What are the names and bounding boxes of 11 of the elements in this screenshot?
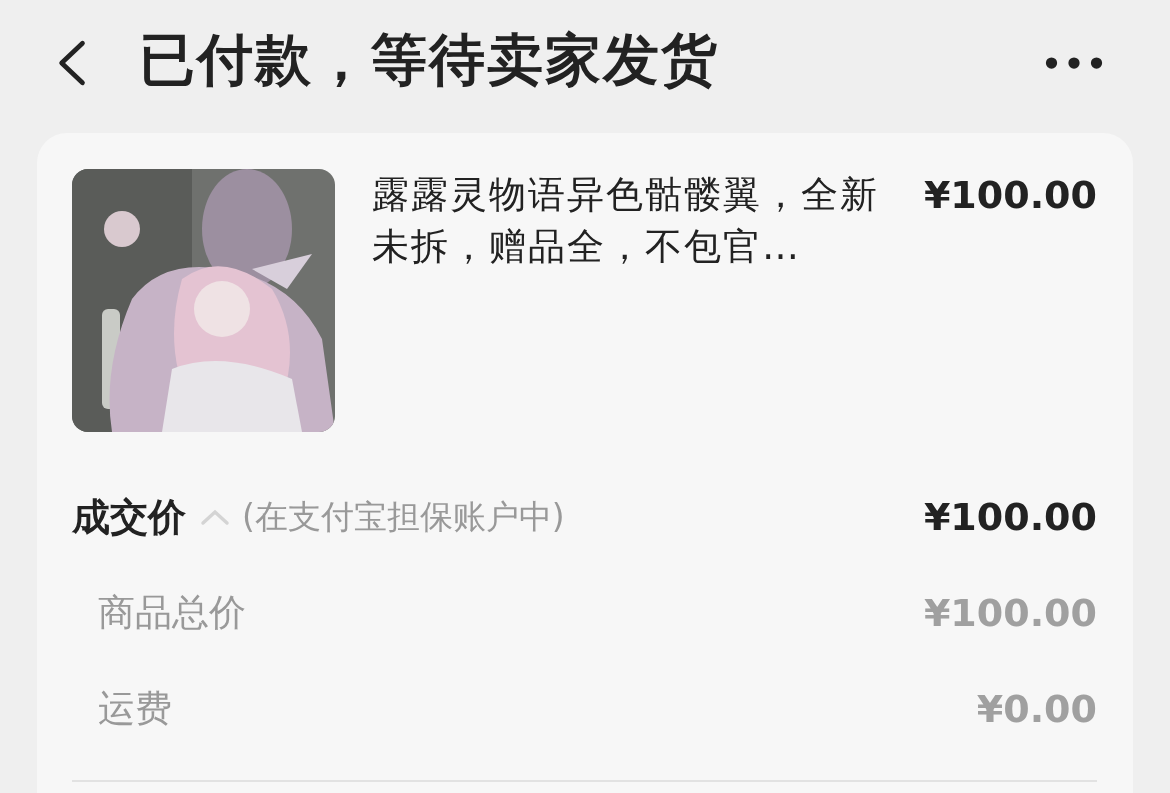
- item-title[interactable]: 露露灵物语异色骷髅翼，全新未拆，赠品全，不包官…: [372, 169, 887, 273]
- deal-note: (在支付宝担保账户中): [242, 495, 565, 538]
- fee-label: 运费: [98, 686, 172, 732]
- item-price: ¥100.00: [923, 172, 1097, 219]
- page-title: 已付款，等待卖家发货: [139, 25, 719, 94]
- fee-amount: ¥0.00: [976, 687, 1097, 731]
- deal-amount: ¥100.00: [923, 495, 1097, 539]
- fee-amount: ¥100.00: [923, 591, 1097, 635]
- more-icon[interactable]: [1044, 54, 1104, 71]
- deal-label: 成交价: [72, 493, 186, 541]
- fee-label: 商品总价: [98, 590, 246, 636]
